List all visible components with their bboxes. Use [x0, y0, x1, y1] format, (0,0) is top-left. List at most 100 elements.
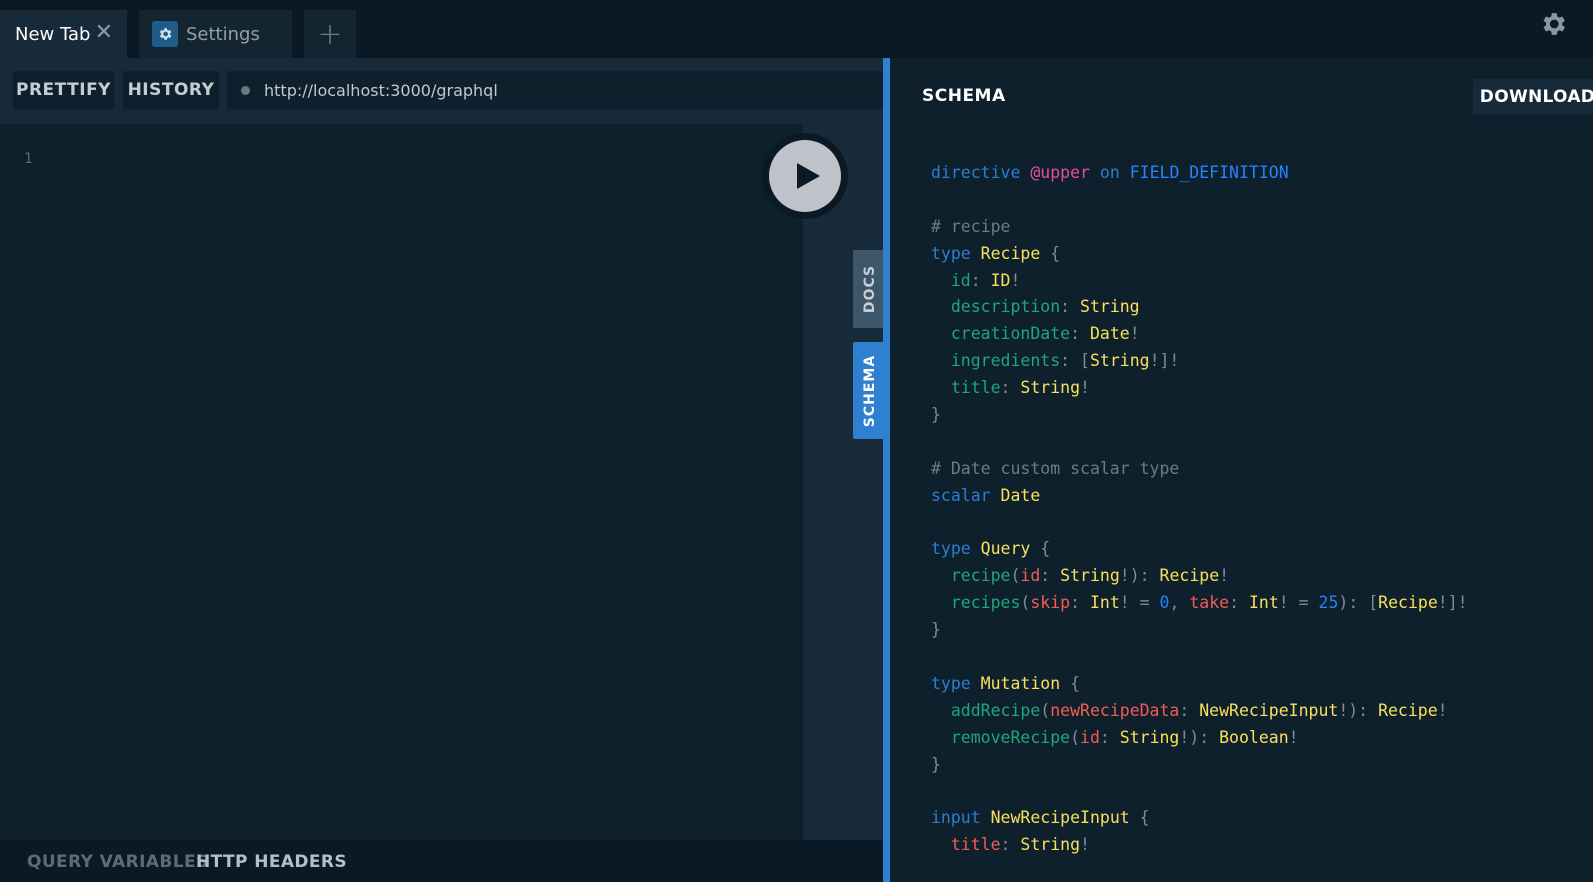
schema-code-line — [931, 778, 1468, 805]
tab-settings[interactable]: Settings — [139, 10, 292, 58]
code-token: id — [1080, 727, 1100, 747]
history-button[interactable]: HISTORY — [123, 71, 219, 109]
docs-tab-label: DOCS — [862, 264, 879, 314]
code-token: on — [1089, 163, 1130, 182]
code-token: ingredients — [931, 351, 1061, 371]
schema-code-line: recipe(id: String!): Recipe! — [931, 563, 1468, 590]
code-token: Date — [1000, 485, 1041, 505]
code-token: @upper — [1030, 163, 1090, 182]
code-token: description — [931, 297, 1061, 317]
code-token: ! — [1437, 700, 1448, 720]
code-token: recipe — [931, 566, 1011, 586]
code-token: ! = — [1119, 593, 1160, 613]
code-token: } — [931, 754, 941, 774]
code-token: : — [1000, 378, 1021, 398]
code-token: # recipe — [931, 216, 1011, 236]
code-token: : — [1070, 324, 1090, 344]
download-button[interactable]: DOWNLOAD — [1473, 79, 1593, 115]
code-token: take — [1189, 593, 1230, 613]
schema-code-line — [931, 510, 1468, 537]
toolbar: PRETTIFY HISTORY http://localhost:3000/g… — [0, 58, 883, 122]
add-tab-button[interactable]: + — [304, 10, 356, 58]
code-token: Date — [1089, 324, 1130, 344]
code-token: : [ — [1060, 351, 1090, 371]
tab-docs[interactable]: DOCS — [853, 250, 887, 328]
schema-panel-title: SCHEMA — [922, 86, 1006, 106]
code-token: { — [1030, 539, 1051, 559]
prettify-button[interactable]: PRETTIFY — [13, 71, 114, 109]
line-number: 1 — [24, 151, 33, 167]
schema-tab-label: SCHEMA — [862, 354, 878, 427]
code-token: skip — [1030, 593, 1071, 613]
code-token: ( — [1010, 566, 1021, 586]
code-token: type — [931, 673, 981, 693]
code-token: Recipe — [980, 243, 1041, 263]
schema-code-line: title: String! — [931, 375, 1468, 402]
schema-code-line: } — [931, 752, 1468, 779]
code-token: title — [931, 378, 1001, 398]
gear-icon — [152, 21, 178, 47]
code-token: recipes — [931, 593, 1021, 613]
code-token: { — [1040, 243, 1061, 263]
code-token: ( — [1040, 700, 1051, 720]
code-token: addRecipe — [931, 700, 1041, 720]
plus-icon: + — [317, 16, 343, 52]
status-dot-icon — [241, 85, 250, 95]
close-icon[interactable]: ✕ — [95, 22, 113, 44]
code-token: Boolean — [1219, 727, 1289, 747]
code-token: !): — [1179, 727, 1220, 747]
code-token: { — [1060, 673, 1081, 693]
schema-code-line: # Date custom scalar type — [931, 456, 1468, 483]
code-token: } — [931, 620, 941, 640]
code-token: : — [1099, 727, 1120, 747]
code-token: String — [1080, 297, 1140, 317]
code-token: : — [1000, 835, 1021, 855]
code-token: : — [1229, 593, 1249, 613]
schema-code-line: removeRecipe(id: String!): Boolean! — [931, 725, 1468, 752]
query-editor[interactable]: 1 — [0, 124, 803, 840]
schema-code: directive @upper on FIELD_DEFINITION # r… — [931, 160, 1468, 859]
tab-label: Settings — [186, 23, 260, 45]
code-token: Query — [980, 539, 1031, 559]
schema-code-line: } — [931, 617, 1468, 644]
schema-code-line: recipes(skip: Int! = 0, take: Int! = 25)… — [931, 590, 1468, 617]
tab-label: New Tab — [15, 23, 91, 45]
code-token: id — [1020, 566, 1041, 586]
code-token: input — [931, 808, 991, 828]
code-token: !): — [1338, 700, 1379, 720]
code-token: ! — [1080, 835, 1090, 855]
code-token: title — [931, 835, 1001, 855]
code-token: directive — [931, 163, 1031, 182]
result-pane — [803, 124, 883, 840]
tab-new-tab[interactable]: New Tab ✕ — [0, 10, 127, 58]
code-token: : — [1060, 297, 1081, 317]
schema-code-line: type Recipe { — [931, 241, 1468, 268]
schema-code-line: creationDate: Date! — [931, 321, 1468, 348]
code-token: Int — [1248, 593, 1279, 613]
endpoint-url-input[interactable]: http://localhost:3000/graphql — [227, 71, 883, 109]
schema-code-line: # recipe — [931, 214, 1468, 241]
code-token: Recipe — [1159, 566, 1220, 586]
gear-icon[interactable] — [1538, 9, 1568, 39]
run-query-button[interactable] — [762, 133, 848, 219]
code-token: 25 — [1318, 593, 1339, 613]
schema-code-line: id: ID! — [931, 268, 1468, 295]
code-token: removeRecipe — [931, 727, 1071, 747]
bottom-bar: QUERY VARIABLES HTTP HEADERS — [0, 840, 883, 882]
code-token: String — [1119, 727, 1180, 747]
code-token: { — [1129, 808, 1150, 828]
code-token: NewRecipeInput — [990, 808, 1130, 828]
schema-code-line: } — [931, 402, 1468, 429]
http-headers-tab[interactable]: HTTP HEADERS — [196, 852, 347, 872]
query-variables-tab[interactable]: QUERY VARIABLES — [27, 852, 209, 872]
code-token: , — [1169, 593, 1190, 613]
endpoint-url-text: http://localhost:3000/graphql — [264, 80, 498, 100]
code-token: ID — [990, 270, 1011, 290]
code-token: !]! — [1437, 593, 1468, 613]
code-token: : — [970, 270, 991, 290]
code-token: Recipe — [1378, 593, 1438, 613]
code-token: scalar — [931, 485, 1001, 505]
play-icon — [769, 140, 841, 212]
tab-schema[interactable]: SCHEMA — [853, 342, 887, 439]
code-token: ! — [1288, 727, 1299, 747]
